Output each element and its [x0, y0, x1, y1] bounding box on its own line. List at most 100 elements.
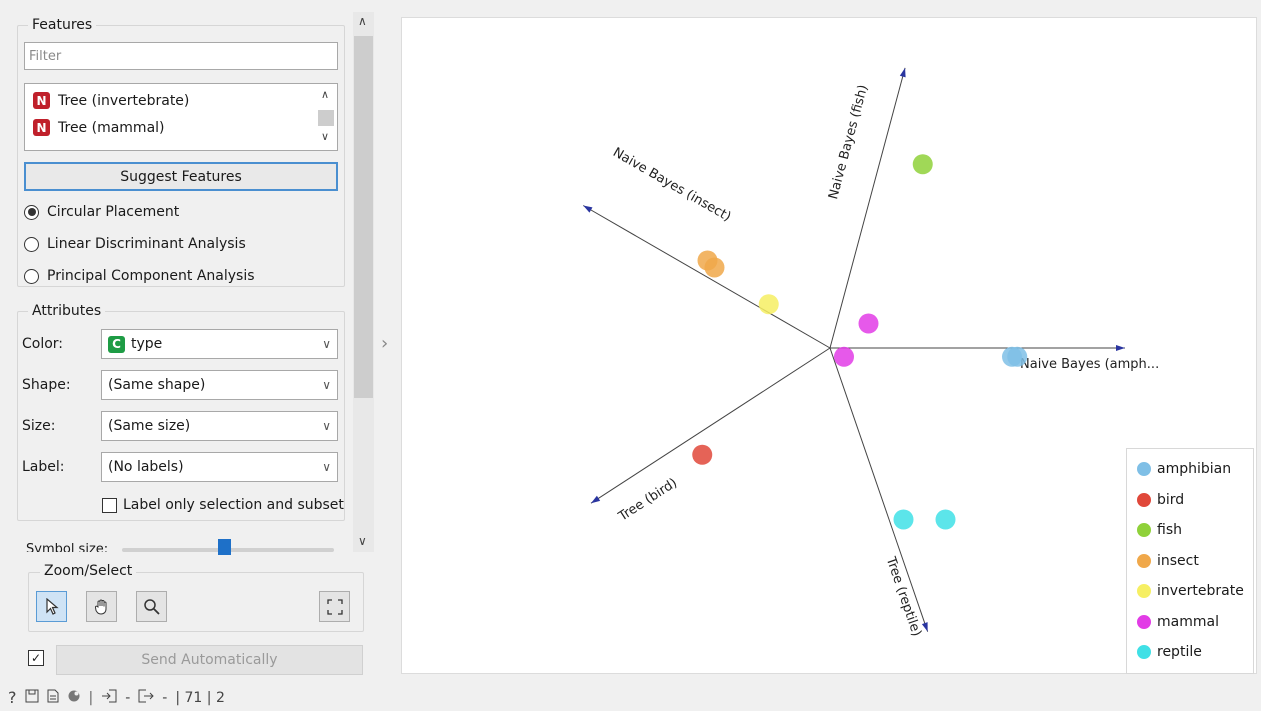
data-point[interactable] [1007, 346, 1028, 367]
report-icon[interactable] [47, 689, 59, 707]
radio-indicator [24, 268, 39, 284]
magnifier-icon [143, 598, 160, 615]
legend-swatch [1137, 462, 1151, 476]
label-value: (No labels) [108, 459, 184, 475]
control-panel: Features N Tree (invertebrate) N Tree (m… [0, 0, 380, 711]
legend-label: reptile [1157, 644, 1202, 660]
plot-area[interactable]: Naive Bayes (fish) Naive Bayes (insect) Na… [401, 17, 1257, 674]
slider-handle[interactable] [217, 539, 231, 555]
radio-indicator [24, 236, 39, 252]
color-select[interactable]: C type ∨ [101, 329, 338, 359]
pointer-tool-button[interactable] [36, 591, 67, 622]
data-point[interactable] [704, 257, 725, 278]
axis-line [582, 205, 831, 349]
checkbox-label: Label only selection and subset [123, 497, 344, 513]
scroll-thumb[interactable] [318, 110, 334, 126]
axis-line [590, 347, 831, 504]
list-item[interactable]: N Tree (invertebrate) [33, 92, 189, 109]
filter-input[interactable] [24, 42, 338, 70]
separator: | [88, 689, 94, 706]
legend-item: amphibian [1137, 461, 1231, 477]
output-icon [138, 689, 154, 707]
chevron-up-icon[interactable]: ∧ [358, 14, 367, 28]
chevron-down-icon[interactable]: ∨ [321, 130, 329, 143]
label-only-selection-checkbox[interactable]: Label only selection and subset [102, 497, 344, 513]
chevron-down-icon: ∨ [322, 378, 331, 392]
legend-label: mammal [1157, 613, 1219, 630]
legend-item: bird [1137, 492, 1184, 508]
shape-value: (Same shape) [108, 377, 206, 393]
legend-item: invertebrate [1137, 583, 1244, 599]
chevron-up-icon[interactable]: ∧ [321, 88, 329, 101]
checkbox-box[interactable]: ✓ [28, 650, 44, 666]
hand-icon [94, 599, 106, 615]
legend-label: amphibian [1157, 461, 1232, 477]
label-select[interactable]: (No labels) ∨ [101, 452, 338, 482]
reset-zoom-button[interactable] [319, 591, 350, 622]
data-point[interactable] [758, 294, 779, 315]
symbol-size-slider[interactable] [122, 539, 334, 555]
pca-radio[interactable]: Principal Component Analysis [24, 268, 255, 284]
send-auto-checkbox[interactable]: ✓ [28, 650, 44, 666]
numeric-badge-icon: N [33, 92, 50, 109]
categorical-badge-icon: C [108, 335, 125, 353]
zoom-tool-button[interactable] [136, 591, 167, 622]
zoom-select-title: Zoom/Select [40, 563, 137, 579]
fit-screen-icon [326, 598, 343, 615]
palette-icon[interactable] [67, 689, 81, 707]
legend-swatch [1137, 645, 1151, 659]
count-text: | 71 | 2 [175, 689, 225, 706]
save-icon[interactable] [25, 689, 39, 707]
pointer-icon [45, 597, 59, 615]
output-dash: - [162, 689, 168, 706]
chevron-down-icon[interactable]: ∨ [358, 534, 367, 548]
legend-swatch [1137, 614, 1151, 629]
axis-arrow [1116, 345, 1125, 351]
data-point[interactable] [893, 509, 914, 530]
size-label: Size: [22, 418, 56, 434]
send-automatically-button[interactable]: Send Automatically [56, 645, 363, 675]
axis-label: Tree (bird) [615, 476, 680, 525]
legend-label: fish [1157, 522, 1182, 538]
attributes-title: Attributes [28, 303, 106, 319]
radio-label: Circular Placement [47, 204, 180, 220]
list-scrollbar[interactable]: ∧ ∨ [317, 86, 335, 148]
axis-label: Naive Bayes (insect) [610, 145, 733, 225]
shape-select[interactable]: (Same shape) ∨ [101, 370, 338, 400]
input-icon [101, 689, 117, 707]
numeric-badge-icon: N [33, 119, 50, 136]
radio-indicator [24, 204, 39, 220]
help-icon[interactable]: ? [8, 688, 17, 707]
feature-label: Tree (invertebrate) [58, 92, 190, 109]
status-bar: ? | - - | 71 | 2 [8, 688, 225, 707]
axis-line [829, 347, 929, 632]
suggest-features-button[interactable]: Suggest Features [24, 162, 338, 191]
axis-label: Naive Bayes (fish) [826, 83, 871, 201]
zoom-select-box [28, 572, 364, 632]
data-point[interactable] [935, 509, 956, 530]
symbol-size-label: Symbol size: [26, 543, 109, 552]
scroll-thumb[interactable] [354, 36, 373, 398]
list-item[interactable]: N Tree (mammal) [33, 119, 165, 136]
data-point[interactable] [692, 444, 713, 465]
features-title: Features [28, 17, 97, 33]
chevron-right-icon[interactable]: › [381, 333, 388, 354]
chevron-down-icon: ∨ [322, 419, 331, 433]
label-label: Label: [22, 459, 65, 475]
chevron-down-icon: ∨ [322, 337, 331, 351]
axis-arrow [899, 67, 906, 78]
lda-radio[interactable]: Linear Discriminant Analysis [24, 236, 246, 252]
data-point[interactable] [858, 313, 879, 334]
circular-placement-radio[interactable]: Circular Placement [24, 204, 179, 220]
legend: amphibian bird fish insect invertebrate mamma… [1126, 448, 1254, 674]
feature-list[interactable]: N Tree (invertebrate) N Tree (mammal) ∧ … [24, 83, 338, 151]
panel-scrollbar[interactable]: ∧ ∨ [353, 12, 374, 552]
size-select[interactable]: (Same size) ∨ [101, 411, 338, 441]
legend-item: reptile [1137, 644, 1202, 660]
data-point[interactable] [912, 154, 933, 175]
legend-swatch [1137, 553, 1151, 568]
checkbox-box[interactable] [102, 497, 117, 513]
data-point[interactable] [834, 346, 854, 367]
size-value: (Same size) [108, 418, 191, 434]
pan-tool-button[interactable] [86, 591, 117, 622]
